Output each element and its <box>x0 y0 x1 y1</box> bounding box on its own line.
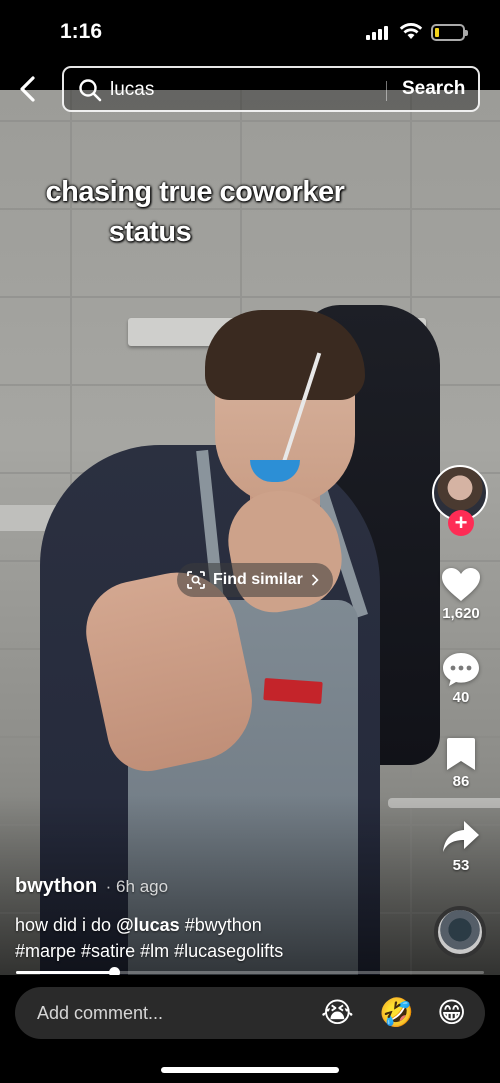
hashtag-link[interactable]: #satire <box>81 941 135 961</box>
post-time: · 6h ago <box>105 877 169 896</box>
video-overlay-text: chasing true coworker status <box>0 172 380 252</box>
post-username[interactable]: bwython <box>15 875 97 897</box>
hashtag-link[interactable]: #marpe <box>15 941 76 961</box>
battery-level <box>435 28 439 37</box>
status-bar: 1:16 <box>0 0 500 64</box>
music-disc[interactable] <box>434 906 486 958</box>
comment-bar: Add comment... 😭 🤣 😁 <box>0 975 500 1083</box>
search-divider <box>386 81 387 101</box>
search-bar[interactable]: Search <box>62 66 480 112</box>
share-count: 53 <box>452 857 470 874</box>
overlay-line: chasing true coworker <box>45 176 345 208</box>
apron-logo <box>263 678 323 704</box>
overlay-line: status <box>108 216 192 248</box>
comment-button[interactable]: 40 <box>432 651 490 706</box>
cellular-signal-icon <box>366 26 388 40</box>
description-text: how did i do <box>15 915 117 935</box>
progress-fill <box>16 971 115 974</box>
scan-icon <box>187 571 205 589</box>
bookmark-count: 86 <box>452 773 470 790</box>
post-info: bwython · 6h ago how did i do @lucas #bw… <box>15 875 415 964</box>
search-input[interactable] <box>110 76 380 104</box>
search-icon <box>79 79 102 102</box>
grinning-emoji-icon[interactable]: 😁 <box>437 996 466 1030</box>
share-button[interactable]: 53 <box>432 819 490 874</box>
comment-placeholder: Add comment... <box>37 1003 164 1023</box>
video-progress-bar[interactable] <box>16 967 484 978</box>
comment-input[interactable]: Add comment... 😭 🤣 😁 <box>15 987 485 1039</box>
hashtag-link[interactable]: #bwython <box>185 915 262 935</box>
search-header: Search <box>0 64 500 114</box>
mention-link[interactable]: @lucas <box>116 915 180 935</box>
like-count: 1,620 <box>442 605 480 622</box>
status-time: 1:16 <box>60 20 103 43</box>
share-arrow-icon <box>443 821 479 852</box>
comment-icon <box>443 653 479 686</box>
follow-plus-icon[interactable]: + <box>448 510 474 536</box>
find-similar-button[interactable]: Find similar <box>177 563 333 597</box>
search-button[interactable]: Search <box>402 78 465 100</box>
chevron-right-icon <box>311 574 319 586</box>
loudly-crying-emoji-icon[interactable]: 😭 <box>321 996 354 1030</box>
comment-count: 40 <box>452 689 470 706</box>
home-indicator[interactable] <box>161 1067 339 1073</box>
back-arrow-icon[interactable] <box>12 72 44 106</box>
hashtag-link[interactable]: #lm <box>140 941 169 961</box>
find-similar-label: Find similar <box>213 571 303 588</box>
bookmark-button[interactable]: 86 <box>432 737 490 790</box>
battery-icon <box>431 24 468 41</box>
like-button[interactable]: 1,620 <box>432 567 490 622</box>
heart-icon <box>442 568 480 601</box>
wifi-icon <box>399 23 423 39</box>
hashtag-link[interactable]: #lucasegolifts <box>174 941 283 961</box>
rolling-laughing-emoji-icon[interactable]: 🤣 <box>379 996 414 1030</box>
post-description: how did i do @lucas #bwython #marpe #sat… <box>15 912 415 964</box>
bookmark-icon <box>447 738 475 770</box>
